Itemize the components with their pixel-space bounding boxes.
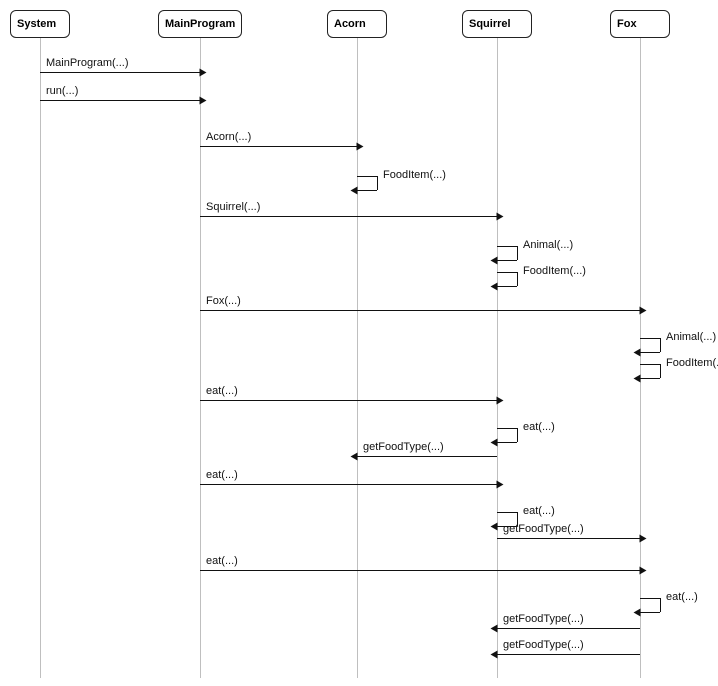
self-call-side (517, 272, 518, 286)
lifeline-p1 (200, 38, 201, 678)
message-label: eat(...) (523, 421, 555, 433)
self-call-side (660, 364, 661, 378)
message-label: getFoodType(...) (503, 613, 584, 625)
message-label: run(...) (46, 85, 78, 97)
arrow-left-icon (491, 257, 498, 265)
participant-label: System (17, 18, 56, 30)
message-arrow (497, 538, 640, 539)
self-call-top (497, 512, 517, 513)
message-label: MainProgram(...) (46, 57, 129, 69)
arrow-left-icon (351, 453, 358, 461)
self-call-bottom (640, 352, 660, 353)
self-call-top (497, 272, 517, 273)
participant-label: Fox (617, 18, 637, 30)
message-label: getFoodType(...) (503, 523, 584, 535)
participant-p3: Squirrel (462, 10, 532, 38)
self-call-top (497, 246, 517, 247)
self-call-bottom (497, 260, 517, 261)
self-call-top (497, 428, 517, 429)
message-label: Animal(...) (523, 239, 573, 251)
arrow-right-icon (640, 307, 647, 315)
message-arrow (40, 72, 200, 73)
self-call-bottom (640, 378, 660, 379)
self-call-bottom (497, 442, 517, 443)
message-label: FoodItem(...) (523, 265, 586, 277)
message-arrow (497, 628, 640, 629)
message-arrow (497, 654, 640, 655)
self-call-top (640, 364, 660, 365)
message-label: eat(...) (206, 555, 238, 567)
message-label: Acorn(...) (206, 131, 251, 143)
self-call-top (640, 598, 660, 599)
arrow-right-icon (497, 213, 504, 221)
participant-p0: System (10, 10, 70, 38)
arrow-right-icon (497, 481, 504, 489)
arrow-left-icon (634, 349, 641, 357)
message-arrow (200, 570, 640, 571)
arrow-left-icon (491, 439, 498, 447)
arrow-left-icon (491, 651, 498, 659)
self-call-side (517, 428, 518, 442)
arrow-right-icon (200, 97, 207, 105)
participant-label: Acorn (334, 18, 366, 30)
message-label: Animal(...) (666, 331, 716, 343)
arrow-right-icon (640, 535, 647, 543)
arrow-right-icon (200, 69, 207, 77)
self-call-side (517, 246, 518, 260)
message-label: eat(...) (206, 469, 238, 481)
lifeline-p2 (357, 38, 358, 678)
participant-p2: Acorn (327, 10, 387, 38)
arrow-right-icon (357, 143, 364, 151)
message-arrow (200, 484, 497, 485)
self-call-bottom (357, 190, 377, 191)
participant-p1: MainProgram (158, 10, 242, 38)
arrow-right-icon (497, 397, 504, 405)
message-arrow (200, 216, 497, 217)
participant-p4: Fox (610, 10, 670, 38)
self-call-side (660, 598, 661, 612)
message-label: eat(...) (523, 505, 555, 517)
arrow-left-icon (491, 283, 498, 291)
message-arrow (200, 310, 640, 311)
self-call-bottom (497, 286, 517, 287)
message-label: eat(...) (666, 591, 698, 603)
message-label: getFoodType(...) (363, 441, 444, 453)
message-arrow (357, 456, 497, 457)
lifeline-p4 (640, 38, 641, 678)
self-call-side (377, 176, 378, 190)
arrow-right-icon (640, 567, 647, 575)
lifeline-p0 (40, 38, 41, 678)
message-label: getFoodType(...) (503, 639, 584, 651)
message-arrow (40, 100, 200, 101)
message-label: Fox(...) (206, 295, 241, 307)
message-label: FoodItem(...) (666, 357, 718, 369)
arrow-left-icon (351, 187, 358, 195)
arrow-left-icon (634, 375, 641, 383)
message-label: FoodItem(...) (383, 169, 446, 181)
participant-label: Squirrel (469, 18, 511, 30)
arrow-left-icon (634, 609, 641, 617)
participant-label: MainProgram (165, 18, 235, 30)
self-call-top (357, 176, 377, 177)
self-call-top (640, 338, 660, 339)
message-arrow (200, 400, 497, 401)
self-call-bottom (640, 612, 660, 613)
lifeline-p3 (497, 38, 498, 678)
arrow-left-icon (491, 625, 498, 633)
message-arrow (200, 146, 357, 147)
self-call-side (660, 338, 661, 352)
message-label: eat(...) (206, 385, 238, 397)
message-label: Squirrel(...) (206, 201, 260, 213)
sequence-diagram: System MainProgram Acorn Squirrel Fox MainPro… (0, 0, 718, 686)
arrow-left-icon (491, 523, 498, 531)
